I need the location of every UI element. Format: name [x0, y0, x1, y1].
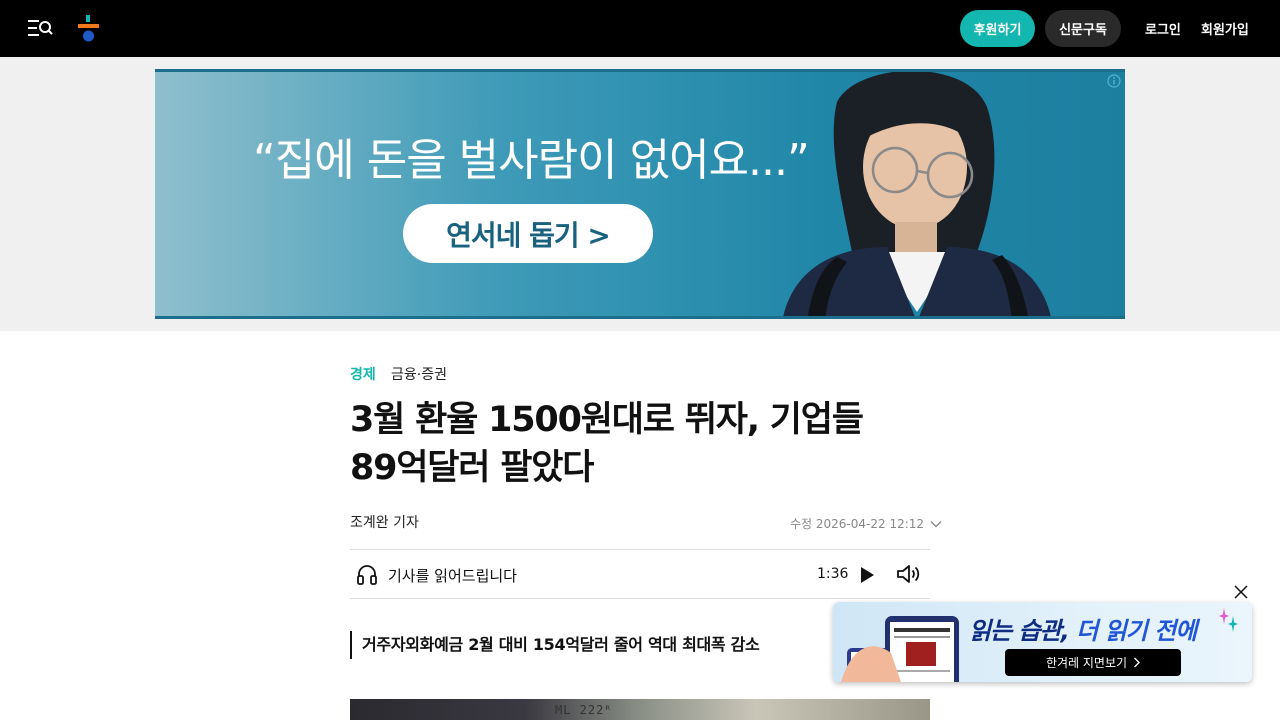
sparkle-icon: [1228, 616, 1238, 632]
subcategory-link[interactable]: 금융·증권: [391, 364, 447, 384]
chevron-down-icon: [930, 520, 942, 527]
ad-cta-button[interactable]: 연서네 돕기 >: [403, 204, 653, 263]
view-print-edition-button[interactable]: 한겨레 지면보기: [1005, 649, 1181, 676]
modified-date[interactable]: 수정 2026-04-22 12:12: [790, 515, 942, 532]
promo-title: 읽는 습관, 더 읽기 전에: [969, 611, 1197, 646]
promo-button-label: 한겨레 지면보기: [1045, 656, 1128, 670]
chevron-right-icon: [1134, 657, 1141, 668]
article-photo: ML 222ᴿ: [350, 699, 930, 720]
menu-search-icon[interactable]: [27, 17, 53, 39]
hankyoreh-logo[interactable]: [77, 15, 101, 43]
headphones-icon: [357, 565, 377, 585]
headline-line-2: 89억달러 팔았다: [350, 448, 594, 488]
article-subheading: 거주자외화예금 2월 대비 154억달러 줄어 역대 최대폭 감소: [350, 631, 760, 659]
ad-banner[interactable]: “집에 돈을 벌사람이 없어요...” 연서네 돕기 >: [155, 69, 1125, 319]
login-link[interactable]: 로그인: [1145, 19, 1181, 38]
subscribe-button[interactable]: 신문구독: [1045, 10, 1121, 47]
audio-player-bar: 기사를 읽어드립니다 1:36: [350, 549, 930, 599]
phones-illustration: [841, 616, 959, 682]
ad-photo-person: [783, 72, 1051, 316]
print-edition-promo[interactable]: 읽는 습관, 더 읽기 전에 한겨레 지면보기: [833, 602, 1252, 682]
author-name[interactable]: 조계완 기자: [350, 512, 419, 532]
headline-line-1: 3월 환율 1500원대로 뛰자, 기업들: [350, 400, 864, 440]
top-navigation-bar: 후원하기 신문구독 로그인 회원가입: [0, 0, 1280, 57]
ad-area: “집에 돈을 벌사람이 없어요...” 연서네 돕기 >: [0, 57, 1280, 331]
signup-link[interactable]: 회원가입: [1201, 19, 1249, 38]
volume-icon[interactable]: [896, 563, 922, 585]
promo-title-light: 더 읽기 전에: [1068, 617, 1197, 645]
close-icon[interactable]: [1232, 583, 1250, 601]
tts-duration: 1:36: [817, 566, 849, 582]
play-icon[interactable]: [857, 564, 877, 586]
ad-quote: “집에 돈을 벌사람이 없어요...”: [253, 135, 810, 186]
photo-banknote-text: ML 222ᴿ: [555, 703, 613, 717]
category-link[interactable]: 경제: [350, 364, 376, 384]
modified-date-text: 수정 2026-04-22 12:12: [790, 517, 925, 531]
ad-info-icon[interactable]: [1107, 74, 1121, 88]
article-headline: 3월 환율 1500원대로 뛰자, 기업들 89억달러 팔았다: [350, 396, 930, 492]
tts-label: 기사를 읽어드립니다: [388, 567, 517, 585]
promo-title-dark: 읽는 습관,: [969, 617, 1070, 645]
support-button[interactable]: 후원하기: [960, 10, 1035, 47]
